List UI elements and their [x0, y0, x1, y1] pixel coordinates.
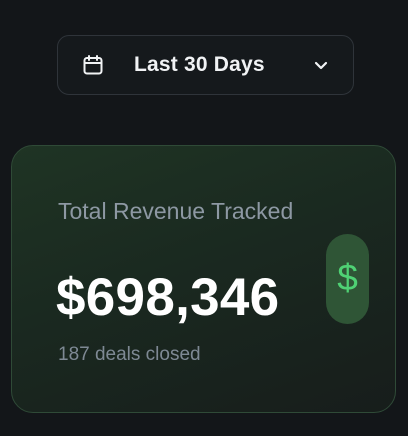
date-range-select[interactable]: Last 30 Days [57, 35, 354, 95]
revenue-value: $698,346 [56, 268, 280, 327]
total-revenue-card: Total Revenue Tracked $698,346 187 deals… [11, 145, 396, 413]
dollar-badge: $ [326, 234, 369, 324]
chevron-down-icon [311, 55, 331, 75]
date-range-label: Last 30 Days [134, 53, 265, 76]
dollar-icon: $ [337, 256, 358, 298]
calendar-icon [81, 53, 105, 77]
deals-closed-text: 187 deals closed [58, 344, 201, 365]
card-title: Total Revenue Tracked [58, 198, 294, 224]
